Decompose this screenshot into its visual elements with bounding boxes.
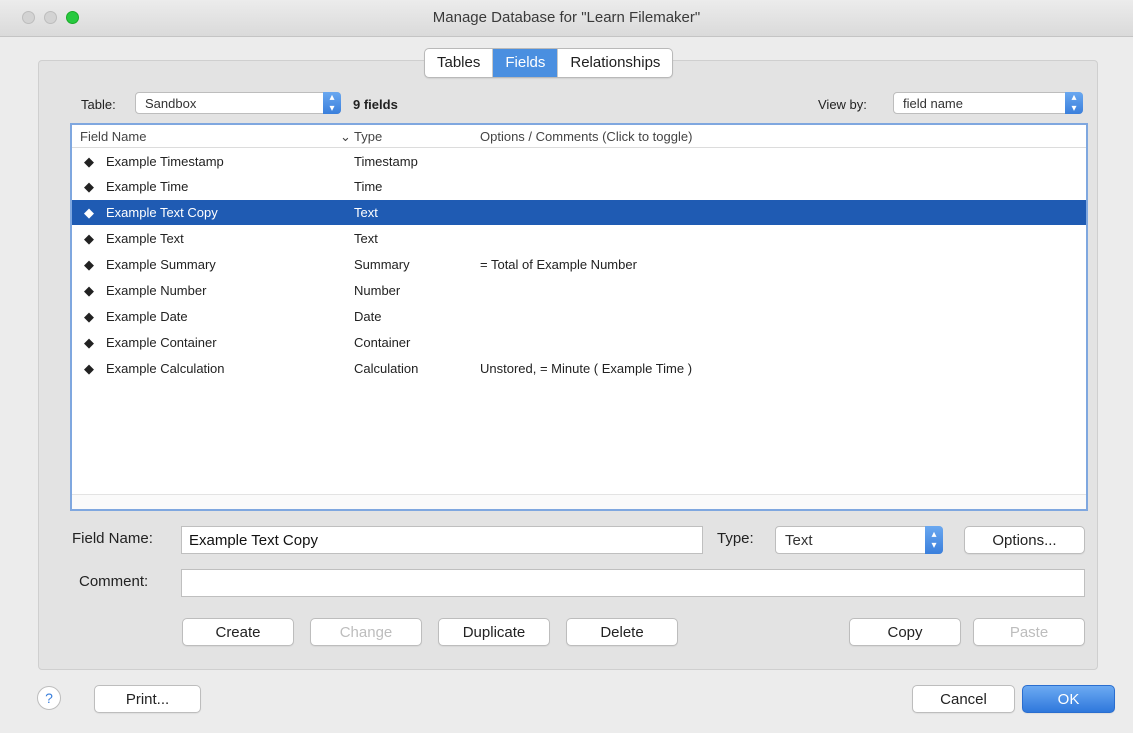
table-row[interactable]: ◆ Example Date Date <box>72 304 1086 329</box>
field-list[interactable]: Field Name ⌄ Type Options / Comments (Cl… <box>70 123 1088 511</box>
field-name-label: Field Name: <box>72 530 153 547</box>
row-field-name: Example Time <box>106 179 189 194</box>
table-select[interactable]: Sandbox ▴ ▾ <box>135 92 341 114</box>
row-field-type: Container <box>354 335 411 350</box>
row-field-type: Text <box>354 205 378 220</box>
drag-handle-icon[interactable]: ◆ <box>84 154 94 170</box>
delete-button[interactable]: Delete <box>566 618 678 646</box>
type-select-value: Text <box>785 532 813 549</box>
tab-relationships[interactable]: Relationships <box>558 49 672 77</box>
tab-tables[interactable]: Tables <box>425 49 494 77</box>
row-field-type: Summary <box>354 257 410 272</box>
drag-handle-icon[interactable]: ◆ <box>84 283 94 299</box>
table-row[interactable]: ◆ Example Calculation Calculation Unstor… <box>72 356 1086 381</box>
row-field-name: Example Timestamp <box>106 154 224 169</box>
title-bar: Manage Database for "Learn Filemaker" <box>0 0 1133 37</box>
type-label: Type: <box>717 530 754 547</box>
drag-handle-icon[interactable]: ◆ <box>84 335 94 351</box>
row-field-name: Example Summary <box>106 257 216 272</box>
row-field-type: Time <box>354 179 383 194</box>
tab-fields[interactable]: Fields <box>493 49 559 77</box>
row-field-type: Calculation <box>354 361 419 376</box>
view-by-select[interactable]: field name ▴ ▾ <box>893 92 1083 114</box>
table-row[interactable]: ◆ Example Text Text <box>72 226 1086 251</box>
copy-button[interactable]: Copy <box>849 618 961 646</box>
header-field-name[interactable]: Field Name <box>80 129 146 144</box>
list-header: Field Name ⌄ Type Options / Comments (Cl… <box>72 125 1086 148</box>
chevron-updown-icon: ▴ ▾ <box>1065 92 1083 114</box>
list-footer <box>72 494 1086 509</box>
window-title: Manage Database for "Learn Filemaker" <box>432 9 701 26</box>
paste-button[interactable]: Paste <box>973 618 1085 646</box>
chevron-updown-icon: ▴ ▾ <box>323 92 341 114</box>
field-count: 9 fields <box>353 97 398 112</box>
drag-handle-icon[interactable]: ◆ <box>84 309 94 325</box>
field-name-input[interactable]: Example Text Copy <box>181 526 703 554</box>
row-field-name: Example Text <box>106 231 184 246</box>
ok-button[interactable]: OK <box>1022 685 1115 713</box>
row-field-options: Unstored, = Minute ( Example Time ) <box>480 361 693 376</box>
table-select-value: Sandbox <box>145 96 197 111</box>
drag-handle-icon[interactable]: ◆ <box>84 231 94 247</box>
header-options-comments[interactable]: Options / Comments (Click to toggle) <box>480 129 692 144</box>
drag-handle-icon[interactable]: ◆ <box>84 205 94 221</box>
row-field-type: Text <box>354 231 378 246</box>
view-by-label: View by: <box>818 97 867 112</box>
table-row[interactable]: ◆ Example Number Number <box>72 278 1086 303</box>
row-field-name: Example Number <box>106 283 207 298</box>
duplicate-button[interactable]: Duplicate <box>438 618 550 646</box>
table-row[interactable]: ◆ Example Timestamp Timestamp <box>72 149 1086 174</box>
table-row[interactable]: ◆ Example Time Time <box>72 174 1086 199</box>
sort-indicator-icon: ⌄ <box>340 129 351 144</box>
comment-label: Comment: <box>79 573 149 590</box>
row-field-name: Example Text Copy <box>106 205 218 220</box>
drag-handle-icon[interactable]: ◆ <box>84 179 94 195</box>
options-button[interactable]: Options... <box>964 526 1085 554</box>
header-type[interactable]: Type <box>354 129 382 144</box>
table-label: Table: <box>81 97 116 112</box>
comment-input[interactable] <box>181 569 1085 597</box>
table-row[interactable]: ◆ Example Container Container <box>72 330 1086 355</box>
view-by-value: field name <box>903 96 963 111</box>
change-button[interactable]: Change <box>310 618 422 646</box>
row-field-name: Example Container <box>106 335 217 350</box>
row-field-name: Example Calculation <box>106 361 225 376</box>
chevron-updown-icon: ▴ ▾ <box>925 526 943 554</box>
table-row-selected[interactable]: ◆ Example Text Copy Text <box>72 200 1086 225</box>
row-field-name: Example Date <box>106 309 188 324</box>
row-field-type: Date <box>354 309 382 324</box>
drag-handle-icon[interactable]: ◆ <box>84 361 94 377</box>
row-field-type: Number <box>354 283 401 298</box>
print-button[interactable]: Print... <box>94 685 201 713</box>
type-select[interactable]: Text ▴ ▾ <box>775 526 943 554</box>
row-field-options: = Total of Example Number <box>480 257 637 272</box>
row-field-type: Timestamp <box>354 154 418 169</box>
cancel-button[interactable]: Cancel <box>912 685 1015 713</box>
help-icon[interactable]: ? <box>37 686 61 710</box>
drag-handle-icon[interactable]: ◆ <box>84 257 94 273</box>
create-button[interactable]: Create <box>182 618 294 646</box>
table-row[interactable]: ◆ Example Summary Summary = Total of Exa… <box>72 252 1086 277</box>
tab-bar: Tables Fields Relationships <box>424 48 674 78</box>
